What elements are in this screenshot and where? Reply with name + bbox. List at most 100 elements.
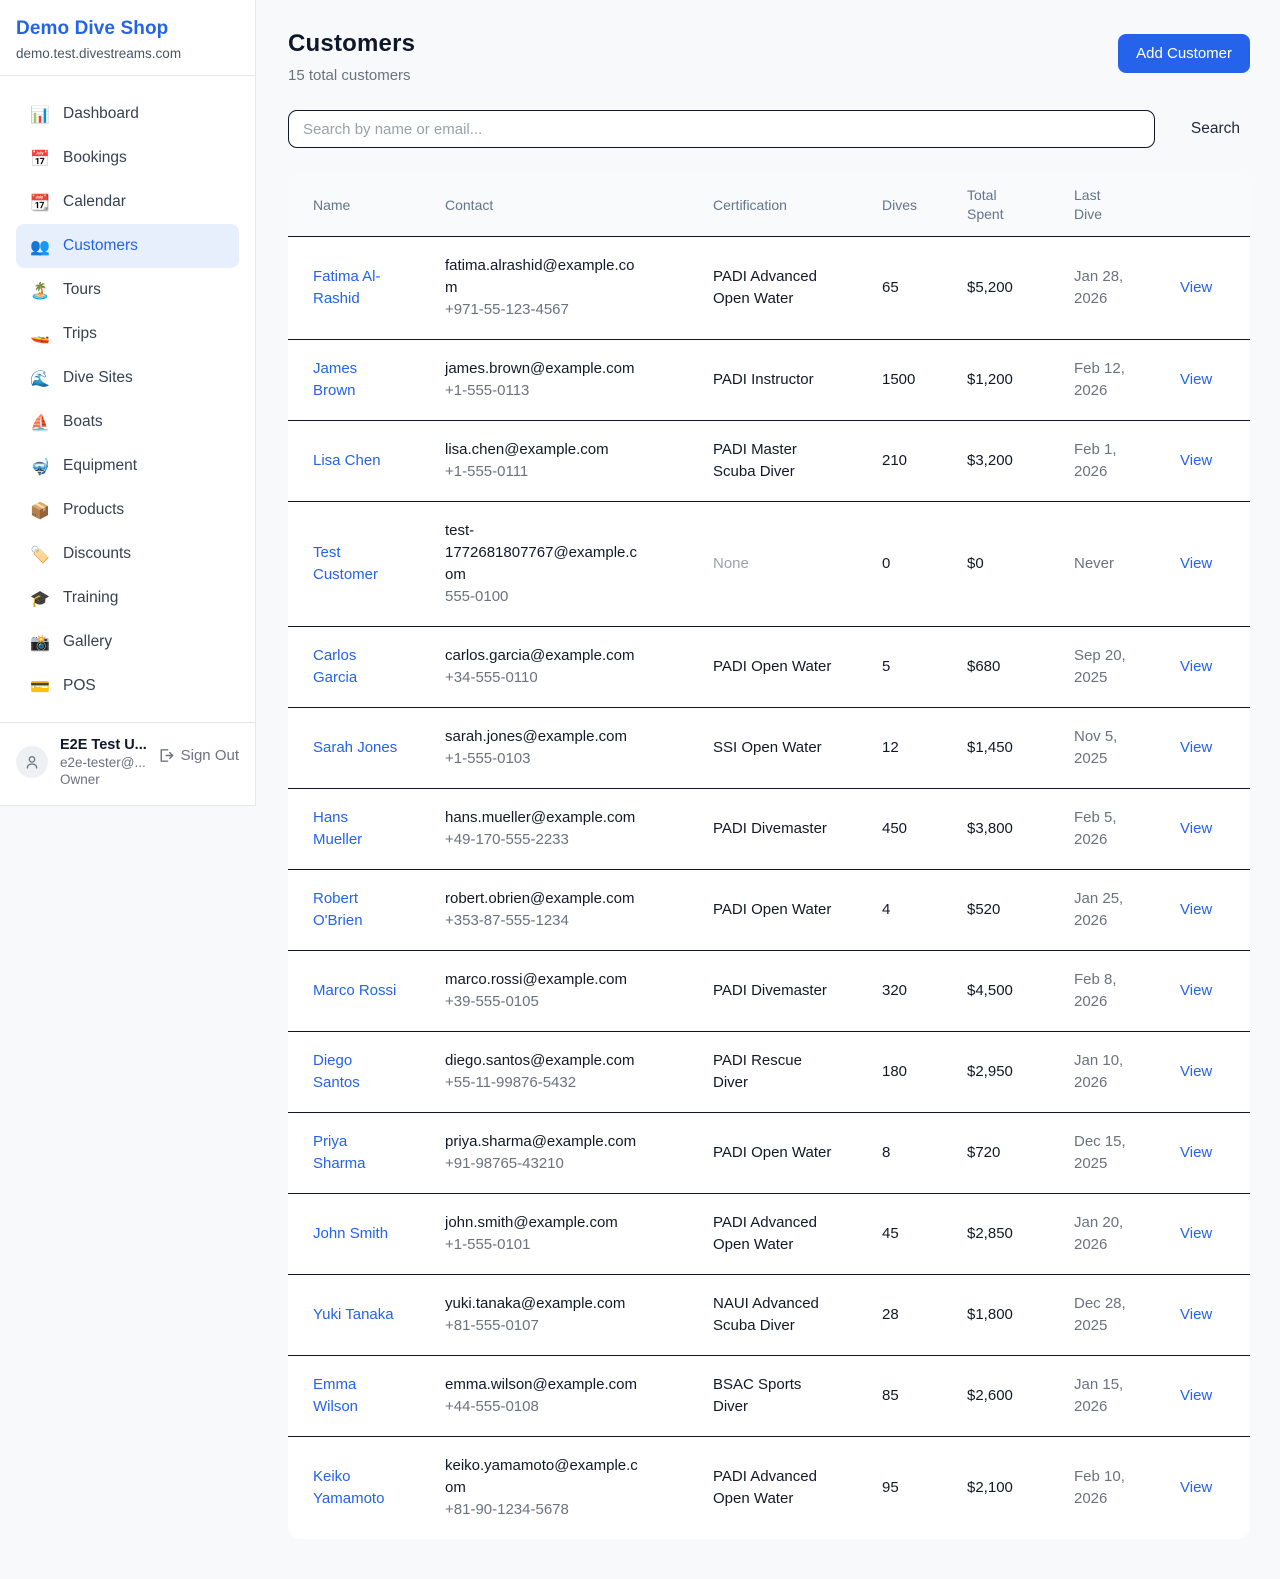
sidebar-item-customers[interactable]: 👥 Customers <box>16 224 239 268</box>
view-link[interactable]: View <box>1180 371 1212 388</box>
customer-total-spent: $520 <box>967 901 1000 918</box>
sidebar-item-boats[interactable]: ⛵ Boats <box>16 400 239 444</box>
customer-total-spent: $3,800 <box>967 820 1013 837</box>
customer-name-link[interactable]: Diego Santos <box>313 1050 401 1094</box>
view-link[interactable]: View <box>1180 1144 1212 1161</box>
customer-name-link[interactable]: Lisa Chen <box>313 450 381 472</box>
contact-cell: john.smith@example.com +1-555-0101 <box>433 1194 701 1275</box>
customer-last-dive: Jan 10, 2026 <box>1074 1050 1142 1094</box>
column-header-dives: Dives <box>870 174 955 237</box>
view-link[interactable]: View <box>1180 1306 1212 1323</box>
sidebar-item-pos[interactable]: 💳 POS <box>16 664 239 708</box>
customer-total-spent: $680 <box>967 658 1000 675</box>
sidebar-item-dive-sites[interactable]: 🌊 Dive Sites <box>16 356 239 400</box>
add-customer-button[interactable]: Add Customer <box>1118 34 1250 73</box>
view-link[interactable]: View <box>1180 279 1212 296</box>
customer-phone: +39-555-0105 <box>445 991 689 1013</box>
customer-name-link[interactable]: Hans Mueller <box>313 807 401 851</box>
sidebar-item-trips[interactable]: 🚤 Trips <box>16 312 239 356</box>
last-dive-cell: Jan 10, 2026 <box>1062 1032 1168 1113</box>
sidebar-item-equipment[interactable]: 🤿 Equipment <box>16 444 239 488</box>
contact-cell: yuki.tanaka@example.com +81-555-0107 <box>433 1275 701 1356</box>
sidebar-item-discounts[interactable]: 🏷️ Discounts <box>16 532 239 576</box>
sidebar-item-gallery[interactable]: 📸 Gallery <box>16 620 239 664</box>
sign-out-label: Sign Out <box>181 747 239 764</box>
customer-last-dive: Never <box>1074 553 1114 575</box>
customer-name-link[interactable]: John Smith <box>313 1223 388 1245</box>
sidebar-item-dashboard[interactable]: 📊 Dashboard <box>16 92 239 136</box>
action-cell: View <box>1168 1113 1250 1194</box>
page-title: Customers <box>288 30 415 58</box>
action-cell: View <box>1168 1356 1250 1437</box>
customer-name-link[interactable]: Emma Wilson <box>313 1374 401 1418</box>
customer-name-link[interactable]: Carlos Garcia <box>313 645 401 689</box>
customer-name-link[interactable]: Test Customer <box>313 542 401 586</box>
name-cell: Marco Rossi <box>288 951 433 1032</box>
search-button[interactable]: Search <box>1181 112 1250 146</box>
sidebar-item-calendar[interactable]: 📆 Calendar <box>16 180 239 224</box>
last-dive-cell: Jan 25, 2026 <box>1062 870 1168 951</box>
customer-phone: +353-87-555-1234 <box>445 910 689 932</box>
customer-phone: +1-555-0103 <box>445 748 689 770</box>
table-row: Robert O'Brien robert.obrien@example.com… <box>288 870 1250 951</box>
contact-cell: sarah.jones@example.com +1-555-0103 <box>433 708 701 789</box>
customer-name-link[interactable]: Priya Sharma <box>313 1131 401 1175</box>
last-dive-cell: Feb 5, 2026 <box>1062 789 1168 870</box>
view-link[interactable]: View <box>1180 452 1212 469</box>
customer-email: diego.santos@example.com <box>445 1050 645 1072</box>
avatar <box>16 746 48 778</box>
view-link[interactable]: View <box>1180 1387 1212 1404</box>
customer-name-link[interactable]: Yuki Tanaka <box>313 1304 394 1326</box>
total-spent-cell: $520 <box>955 870 1062 951</box>
view-link[interactable]: View <box>1180 982 1212 999</box>
customer-total-spent: $1,450 <box>967 739 1013 756</box>
sidebar-item-training[interactable]: 🎓 Training <box>16 576 239 620</box>
sidebar-item-products[interactable]: 📦 Products <box>16 488 239 532</box>
customer-name-link[interactable]: Marco Rossi <box>313 980 396 1002</box>
name-cell: Emma Wilson <box>288 1356 433 1437</box>
certification-cell: NAUI Advanced Scuba Diver <box>701 1275 870 1356</box>
customer-name-link[interactable]: James Brown <box>313 358 401 402</box>
dives-cell: 85 <box>870 1356 955 1437</box>
page-header: Customers 15 total customers Add Custome… <box>288 30 1250 84</box>
dives-cell: 12 <box>870 708 955 789</box>
action-cell: View <box>1168 870 1250 951</box>
customer-phone: 555-0100 <box>445 586 689 608</box>
sidebar-item-bookings[interactable]: 📅 Bookings <box>16 136 239 180</box>
view-link[interactable]: View <box>1180 1479 1212 1496</box>
customer-total-spent: $0 <box>967 555 984 572</box>
customer-name-link[interactable]: Fatima Al-Rashid <box>313 266 401 310</box>
customer-phone: +81-90-1234-5678 <box>445 1499 689 1521</box>
sidebar-item-tours[interactable]: 🏝️ Tours <box>16 268 239 312</box>
view-link[interactable]: View <box>1180 739 1212 756</box>
name-cell: Sarah Jones <box>288 708 433 789</box>
products-box-icon: 📦 <box>30 501 50 520</box>
customer-name-link[interactable]: Robert O'Brien <box>313 888 401 932</box>
view-link[interactable]: View <box>1180 658 1212 675</box>
view-link[interactable]: View <box>1180 901 1212 918</box>
dives-cell: 5 <box>870 627 955 708</box>
sidebar-item-label: Bookings <box>63 149 127 167</box>
table-row: Yuki Tanaka yuki.tanaka@example.com +81-… <box>288 1275 1250 1356</box>
column-header-actions <box>1168 174 1250 237</box>
view-link[interactable]: View <box>1180 555 1212 572</box>
sidebar-item-label: Discounts <box>63 545 131 563</box>
view-link[interactable]: View <box>1180 1225 1212 1242</box>
customer-name-link[interactable]: Keiko Yamamoto <box>313 1466 401 1510</box>
total-spent-cell: $5,200 <box>955 237 1062 340</box>
table-row: Marco Rossi marco.rossi@example.com +39-… <box>288 951 1250 1032</box>
sign-out-button[interactable]: Sign Out <box>157 747 239 764</box>
customer-last-dive: Jan 15, 2026 <box>1074 1374 1142 1418</box>
view-link[interactable]: View <box>1180 820 1212 837</box>
page-title-block: Customers 15 total customers <box>288 30 415 84</box>
dives-cell: 8 <box>870 1113 955 1194</box>
customer-name-link[interactable]: Sarah Jones <box>313 737 397 759</box>
table-row: Carlos Garcia carlos.garcia@example.com … <box>288 627 1250 708</box>
action-cell: View <box>1168 789 1250 870</box>
customer-email: emma.wilson@example.com <box>445 1374 645 1396</box>
customer-email: sarah.jones@example.com <box>445 726 645 748</box>
total-spent-cell: $3,200 <box>955 421 1062 502</box>
dives-cell: 320 <box>870 951 955 1032</box>
search-input[interactable] <box>288 110 1155 148</box>
view-link[interactable]: View <box>1180 1063 1212 1080</box>
